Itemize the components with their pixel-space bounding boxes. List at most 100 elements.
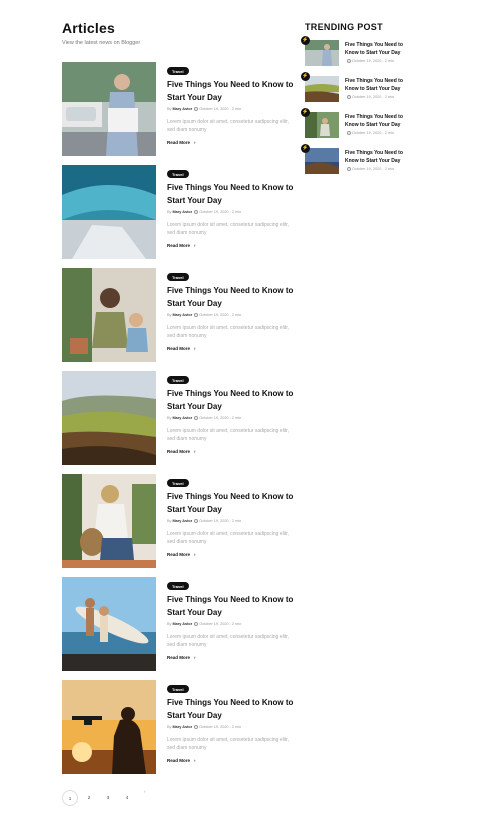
read-more-link[interactable]: Read More › xyxy=(167,243,196,248)
author-link[interactable]: Mary Astor xyxy=(173,313,193,317)
category-badge[interactable]: Travel xyxy=(167,376,189,384)
category-badge[interactable]: Travel xyxy=(167,170,189,178)
article-meta: By Mary Astor October 19, 2020 - 2 min xyxy=(167,210,242,214)
category-badge[interactable]: Travel xyxy=(167,582,189,590)
article-card: Travel Five Things You Need to Know to S… xyxy=(62,577,297,671)
author-link[interactable]: Mary Astor xyxy=(173,416,193,420)
read-more-link[interactable]: Read More › xyxy=(167,140,196,145)
article-meta: By Mary Astor October 19, 2020 - 2 min xyxy=(167,622,242,626)
trending-title[interactable]: Five Things You Need to Know to Start Yo… xyxy=(345,41,415,57)
article-title[interactable]: Five Things You Need to Know to Start Yo… xyxy=(167,285,297,310)
article-meta: By Mary Astor October 19, 2020 - 2 min xyxy=(167,107,242,111)
category-badge[interactable]: Travel xyxy=(167,67,189,75)
trending-item[interactable]: ⚡ Five Things You Need to Know to Start … xyxy=(301,72,415,104)
chevron-right-icon: › xyxy=(194,243,196,248)
category-badge[interactable]: Travel xyxy=(167,479,189,487)
article-date: October 19, 2020 xyxy=(199,416,229,420)
chevron-right-icon: › xyxy=(194,552,196,557)
article-date: October 19, 2020 xyxy=(199,107,229,111)
clock-icon xyxy=(194,725,199,729)
by-label: By xyxy=(167,107,172,111)
trending-image[interactable] xyxy=(305,40,339,66)
trending-image[interactable] xyxy=(305,148,339,174)
trending-title[interactable]: Five Things You Need to Know to Start Yo… xyxy=(345,113,415,129)
trending-meta: October 19, 2020 - 2 min xyxy=(345,59,394,63)
article-title[interactable]: Five Things You Need to Know to Start Yo… xyxy=(167,594,297,619)
read-more-link[interactable]: Read More › xyxy=(167,758,196,763)
article-title[interactable]: Five Things You Need to Know to Start Yo… xyxy=(167,491,297,516)
read-more-label: Read More xyxy=(167,552,191,557)
read-time: 2 min xyxy=(231,107,242,111)
clock-icon xyxy=(347,59,351,63)
trending-meta: October 19, 2020 - 2 min xyxy=(345,167,394,171)
trending-item[interactable]: ⚡ Five Things You Need to Know to Start … xyxy=(301,108,415,140)
article-title[interactable]: Five Things You Need to Know to Start Yo… xyxy=(167,388,297,413)
article-title[interactable]: Five Things You Need to Know to Start Yo… xyxy=(167,79,297,104)
trending-image[interactable] xyxy=(305,112,339,138)
by-label: By xyxy=(167,313,172,317)
article-title[interactable]: Five Things You Need to Know to Start Yo… xyxy=(167,697,297,722)
article-image[interactable] xyxy=(62,268,156,362)
page-3-button[interactable]: 3 xyxy=(100,790,116,806)
clock-icon xyxy=(347,131,351,135)
article-excerpt: Lorem ipsum dolor sit amet, consetetur s… xyxy=(167,428,289,442)
page-title: Articles xyxy=(62,20,115,36)
read-more-link[interactable]: Read More › xyxy=(167,449,196,454)
category-badge[interactable]: Travel xyxy=(167,273,189,281)
article-image[interactable] xyxy=(62,474,156,568)
author-link[interactable]: Mary Astor xyxy=(173,622,193,626)
trending-image[interactable] xyxy=(305,76,339,102)
author-link[interactable]: Mary Astor xyxy=(173,210,193,214)
article-meta: By Mary Astor October 19, 2020 - 2 min xyxy=(167,519,242,523)
read-time: 2 min xyxy=(231,519,242,523)
page-4-button[interactable]: 4 xyxy=(119,790,135,806)
read-more-label: Read More xyxy=(167,243,191,248)
clock-icon xyxy=(194,622,199,626)
clock-icon xyxy=(194,210,199,214)
read-more-link[interactable]: Read More › xyxy=(167,655,196,660)
trending-item[interactable]: ⚡ Five Things You Need to Know to Start … xyxy=(301,36,415,68)
clock-icon xyxy=(194,313,199,317)
article-date: October 19, 2020 xyxy=(199,210,229,214)
trending-read-time: 2 min xyxy=(384,131,395,135)
article-image[interactable] xyxy=(62,577,156,671)
article-image[interactable] xyxy=(62,165,156,259)
clock-icon xyxy=(194,107,199,111)
page-2-button[interactable]: 2 xyxy=(81,790,97,806)
trending-meta: October 19, 2020 - 2 min xyxy=(345,131,394,135)
trending-item[interactable]: ⚡ Five Things You Need to Know to Start … xyxy=(301,144,415,176)
author-link[interactable]: Mary Astor xyxy=(173,519,193,523)
by-label: By xyxy=(167,519,172,523)
article-excerpt: Lorem ipsum dolor sit amet, consetetur s… xyxy=(167,119,289,133)
bolt-icon: ⚡ xyxy=(301,108,310,117)
read-more-label: Read More xyxy=(167,449,191,454)
page-1-button[interactable]: 1 xyxy=(62,790,78,806)
article-card: Travel Five Things You Need to Know to S… xyxy=(62,268,297,362)
category-badge[interactable]: Travel xyxy=(167,685,189,693)
article-date: October 19, 2020 xyxy=(199,313,229,317)
read-more-link[interactable]: Read More › xyxy=(167,552,196,557)
article-image[interactable] xyxy=(62,371,156,465)
trending-title[interactable]: Five Things You Need to Know to Start Yo… xyxy=(345,149,415,165)
chevron-right-icon: › xyxy=(194,758,196,763)
bolt-icon: ⚡ xyxy=(301,144,310,153)
article-image[interactable] xyxy=(62,62,156,156)
clock-icon xyxy=(194,416,199,420)
trending-read-time: 2 min xyxy=(384,95,395,99)
article-excerpt: Lorem ipsum dolor sit amet, consetetur s… xyxy=(167,325,289,339)
read-more-link[interactable]: Read More › xyxy=(167,346,196,351)
by-label: By xyxy=(167,416,172,420)
trending-date: October 19, 2020 xyxy=(352,95,382,99)
article-image[interactable] xyxy=(62,680,156,774)
by-label: By xyxy=(167,210,172,214)
article-title[interactable]: Five Things You Need to Know to Start Yo… xyxy=(167,182,297,207)
trending-title[interactable]: Five Things You Need to Know to Start Yo… xyxy=(345,77,415,93)
next-page-button[interactable]: › xyxy=(144,789,146,794)
bolt-icon: ⚡ xyxy=(301,72,310,81)
read-time: 2 min xyxy=(231,725,242,729)
author-link[interactable]: Mary Astor xyxy=(173,107,193,111)
author-link[interactable]: Mary Astor xyxy=(173,725,193,729)
trending-read-time: 2 min xyxy=(384,167,395,171)
chevron-right-icon: › xyxy=(194,449,196,454)
article-meta: By Mary Astor October 19, 2020 - 2 min xyxy=(167,416,242,420)
